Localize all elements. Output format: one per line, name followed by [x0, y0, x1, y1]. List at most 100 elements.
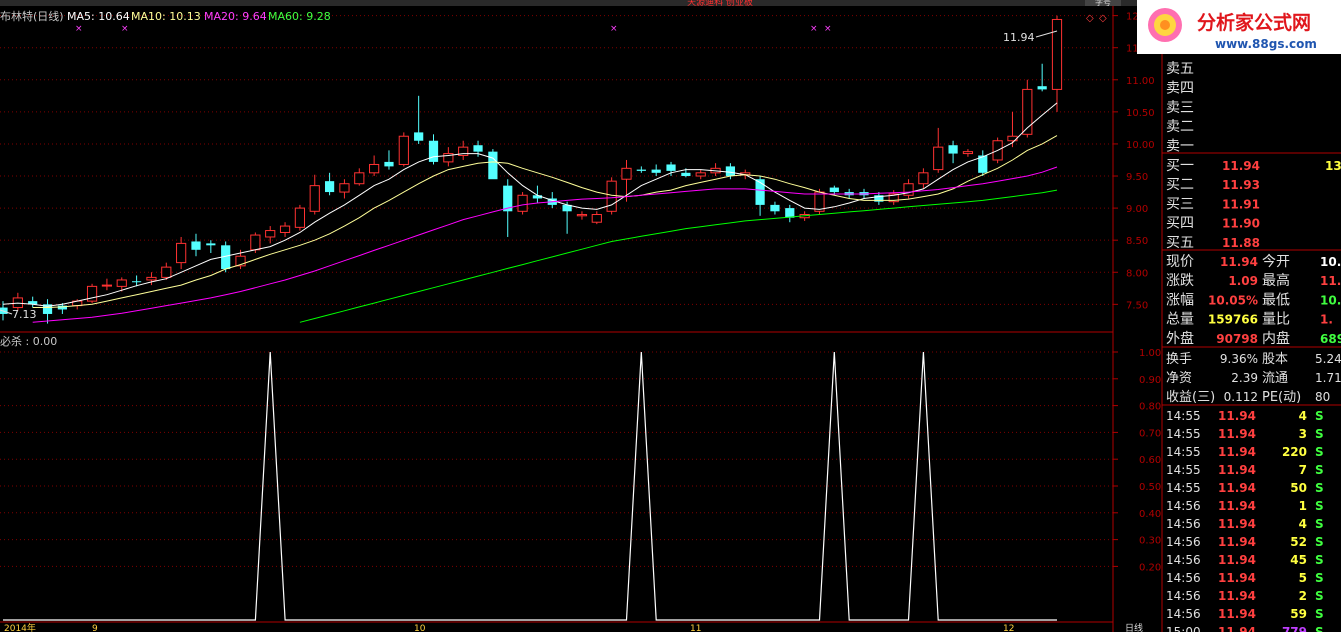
candle-body-down[interactable] — [666, 164, 676, 171]
tick-side: S — [1315, 589, 1324, 603]
candle-body-up[interactable] — [309, 185, 320, 212]
buy-level-label: 买三 — [1166, 196, 1194, 212]
candle-body-up[interactable] — [176, 242, 187, 264]
moving-average-lines — [2, 102, 1058, 323]
candle-body-up[interactable] — [116, 279, 127, 287]
stat-value-2: 10. — [1320, 293, 1341, 307]
tick-side: S — [1315, 463, 1324, 477]
stat-label: 外盘 — [1166, 330, 1194, 347]
candle-body-up[interactable] — [517, 194, 528, 212]
tick-volume: 50 — [1290, 481, 1307, 495]
candle-body-up[interactable] — [606, 180, 617, 212]
buy-level-volume: 13 — [1325, 159, 1341, 173]
candle-body-down[interactable] — [324, 181, 335, 193]
candle-body-up[interactable] — [695, 172, 706, 177]
candle-body-down[interactable] — [829, 187, 839, 193]
tick-time: 15:00 — [1166, 625, 1201, 632]
candle-body-up[interactable] — [576, 214, 588, 217]
candle-body-up[interactable] — [250, 234, 261, 251]
tick-price: 11.94 — [1218, 571, 1256, 585]
candle-body-up[interactable] — [279, 225, 291, 233]
candle-body-up[interactable] — [294, 207, 306, 228]
candle-body-down[interactable] — [681, 172, 691, 177]
chart-options-icon-right[interactable]: ◇ — [1099, 13, 1107, 24]
tick-price: 11.94 — [1218, 517, 1256, 531]
main-grid — [0, 15, 1113, 305]
candle-body-up[interactable] — [146, 276, 157, 281]
candle-body-down[interactable] — [755, 179, 765, 205]
candle-body-up[interactable] — [962, 151, 974, 155]
candle-body-down[interactable] — [725, 166, 736, 177]
candle-body-down[interactable] — [206, 243, 216, 246]
chart-options-icon[interactable]: ◇ — [1086, 13, 1094, 24]
site-logo: 分析家公式网 www.88gs.com — [1137, 0, 1341, 54]
candle-body-down[interactable] — [191, 241, 201, 250]
tick-time: 14:56 — [1166, 517, 1201, 531]
tick-time: 14:55 — [1166, 427, 1201, 441]
candle-body-up[interactable] — [621, 167, 632, 180]
candle-body-up[interactable] — [161, 266, 172, 278]
candle-body-down[interactable] — [948, 145, 958, 154]
tick-price: 11.94 — [1218, 607, 1256, 621]
candle-body-down[interactable] — [770, 204, 780, 212]
signal-markers: × × × × × — [75, 24, 832, 34]
candle-body-up[interactable] — [918, 172, 929, 185]
tick-volume: 4 — [1299, 409, 1307, 423]
bisha-signal-line — [3, 351, 1057, 621]
candle-body-up[interactable] — [591, 214, 602, 223]
candle-body-down[interactable] — [785, 208, 795, 218]
stat-value: 159766 — [1208, 313, 1258, 327]
stat-label-2: 内盘 — [1262, 330, 1290, 347]
legend-ma20: MA20: 9.64 — [204, 10, 267, 23]
bisha-signal-series — [3, 351, 1057, 621]
tick-time: 14:56 — [1166, 553, 1201, 567]
candle-body-down[interactable] — [488, 151, 498, 180]
tick-time: 14:55 — [1166, 409, 1201, 423]
stat-value: 1.09 — [1228, 274, 1258, 288]
tick-volume: 779 — [1282, 625, 1307, 632]
candle-body-up[interactable] — [339, 183, 350, 193]
finance-label: 收益(三) — [1166, 390, 1215, 405]
tick-volume: 3 — [1299, 427, 1307, 441]
bottom-date-axis: 2014年 9 10 11 12 日线 — [4, 622, 1143, 632]
candle-body-down[interactable] — [636, 169, 646, 171]
candle-body-up[interactable] — [1051, 18, 1063, 90]
finance-value-2: 5.24 — [1315, 352, 1341, 366]
main-y-tick-label: 10.00 — [1126, 140, 1155, 151]
candle-body-down[interactable] — [428, 140, 439, 162]
period-label[interactable]: 日线 — [1125, 622, 1143, 632]
stat-label: 总量 — [1166, 312, 1194, 328]
candle-body-down[interactable] — [1037, 86, 1047, 90]
tick-side: S — [1315, 499, 1324, 513]
candle-body-up[interactable] — [354, 172, 365, 185]
candle-body-up[interactable] — [398, 135, 409, 165]
candlestick-series[interactable] — [0, 15, 1063, 324]
stat-label: 涨跌 — [1166, 273, 1194, 289]
candle-body-up[interactable] — [101, 284, 113, 287]
main-y-tick-label: 8.00 — [1126, 268, 1148, 279]
legend-ma10: MA10: 10.13 — [131, 10, 201, 23]
tick-time: 14:56 — [1166, 607, 1201, 621]
finance-label-2: 股本 — [1262, 352, 1288, 367]
candle-body-up[interactable] — [265, 230, 276, 238]
stat-value: 10.05% — [1208, 293, 1258, 307]
stat-label: 现价 — [1166, 254, 1194, 270]
candle-body-up[interactable] — [933, 146, 944, 171]
candle-body-down[interactable] — [414, 132, 424, 141]
buy-level-price: 11.91 — [1222, 197, 1260, 211]
stat-value: 11.94 — [1220, 255, 1258, 269]
tick-side: S — [1315, 535, 1324, 549]
candle-body-down[interactable] — [473, 145, 483, 152]
candle-body-down[interactable] — [651, 169, 661, 173]
tick-time: 14:55 — [1166, 463, 1201, 477]
candle-body-up[interactable] — [369, 163, 380, 174]
finance-value-2: 1.71 — [1315, 371, 1341, 385]
svg-text:×: × — [121, 24, 129, 34]
candle-body-down[interactable] — [132, 281, 142, 283]
buy-level-price: 11.90 — [1222, 217, 1260, 231]
finance-value: 0.112 — [1224, 390, 1258, 404]
tick-volume: 52 — [1290, 535, 1307, 549]
sell-level-label: 卖三 — [1166, 100, 1194, 116]
tick-volume: 7 — [1299, 463, 1307, 477]
candle-body-down[interactable] — [384, 161, 394, 167]
